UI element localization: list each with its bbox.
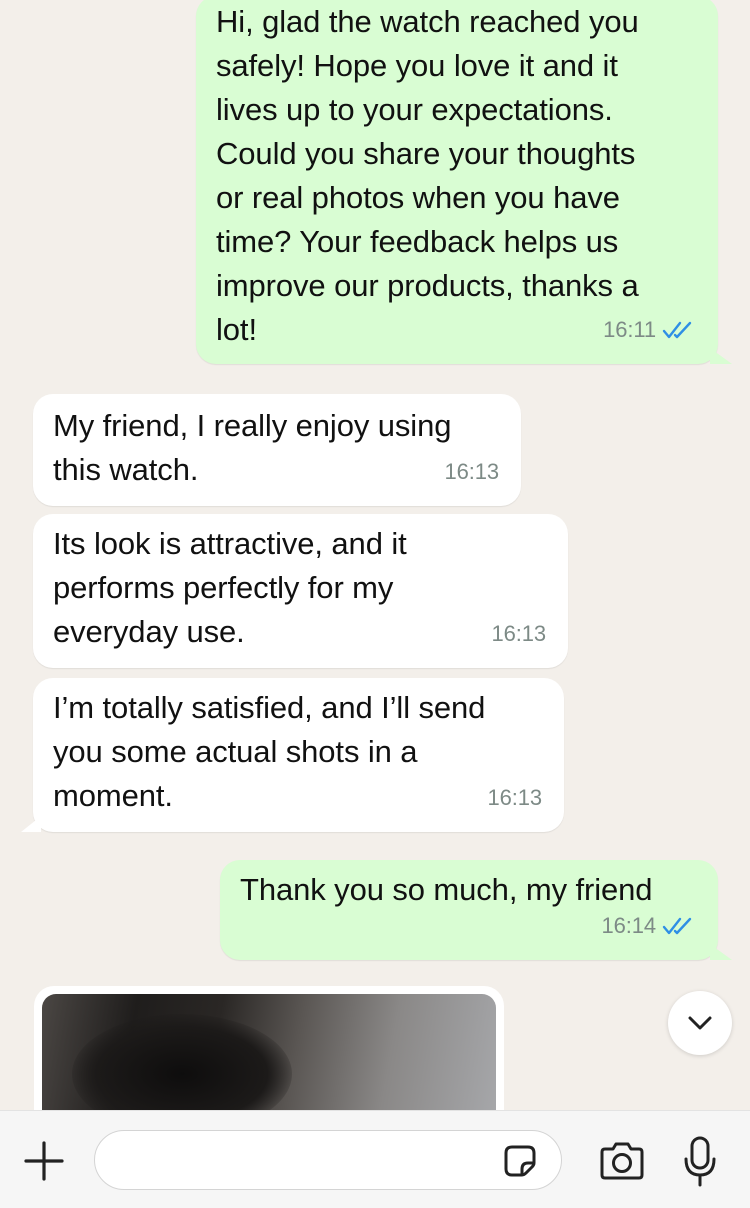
message-outgoing[interactable]: Thank you so much, my friend 16:14: [220, 860, 732, 960]
message-input[interactable]: [94, 1130, 562, 1190]
photo-thumbnail[interactable]: [42, 994, 496, 1110]
message-incoming[interactable]: Its look is attractive, and it performs …: [33, 514, 568, 668]
message-time: 16:14: [601, 913, 656, 938]
microphone-icon[interactable]: [682, 1135, 718, 1189]
message-incoming[interactable]: I’m totally satisfied, and I’ll send you…: [21, 678, 564, 832]
message-meta: 16:13: [487, 776, 542, 820]
camera-icon[interactable]: [598, 1140, 646, 1182]
message-text: Its look is attractive, and it performs …: [53, 526, 407, 649]
message-meta: 16:13: [444, 450, 499, 494]
message-meta: 16:11: [603, 308, 696, 352]
composer-bar: [0, 1110, 750, 1208]
scroll-down-button[interactable]: [668, 991, 732, 1055]
read-ticks-icon: [662, 321, 692, 339]
message-text: Hi, glad the watch reached you safely! H…: [216, 4, 639, 347]
chevron-down-icon: [688, 1016, 712, 1030]
message-incoming[interactable]: My friend, I really enjoy using this wat…: [33, 394, 521, 506]
plus-icon[interactable]: [22, 1139, 66, 1183]
chat-area: Hi, glad the watch reached you safely! H…: [0, 0, 750, 1110]
message-outgoing[interactable]: Hi, glad the watch reached you safely! H…: [196, 0, 732, 364]
message-text: I’m totally satisfied, and I’ll send you…: [53, 690, 486, 813]
read-ticks-icon: [662, 917, 692, 935]
message-time: 16:13: [487, 785, 542, 810]
message-text: My friend, I really enjoy using this wat…: [53, 408, 452, 487]
message-time: 16:13: [444, 459, 499, 484]
message-meta: 16:13: [491, 612, 546, 656]
message-time: 16:13: [491, 621, 546, 646]
sticker-icon[interactable]: [500, 1141, 540, 1181]
message-incoming-photo[interactable]: [34, 986, 504, 1110]
message-time: 16:11: [603, 317, 656, 342]
message-meta: 16:14: [601, 904, 696, 948]
